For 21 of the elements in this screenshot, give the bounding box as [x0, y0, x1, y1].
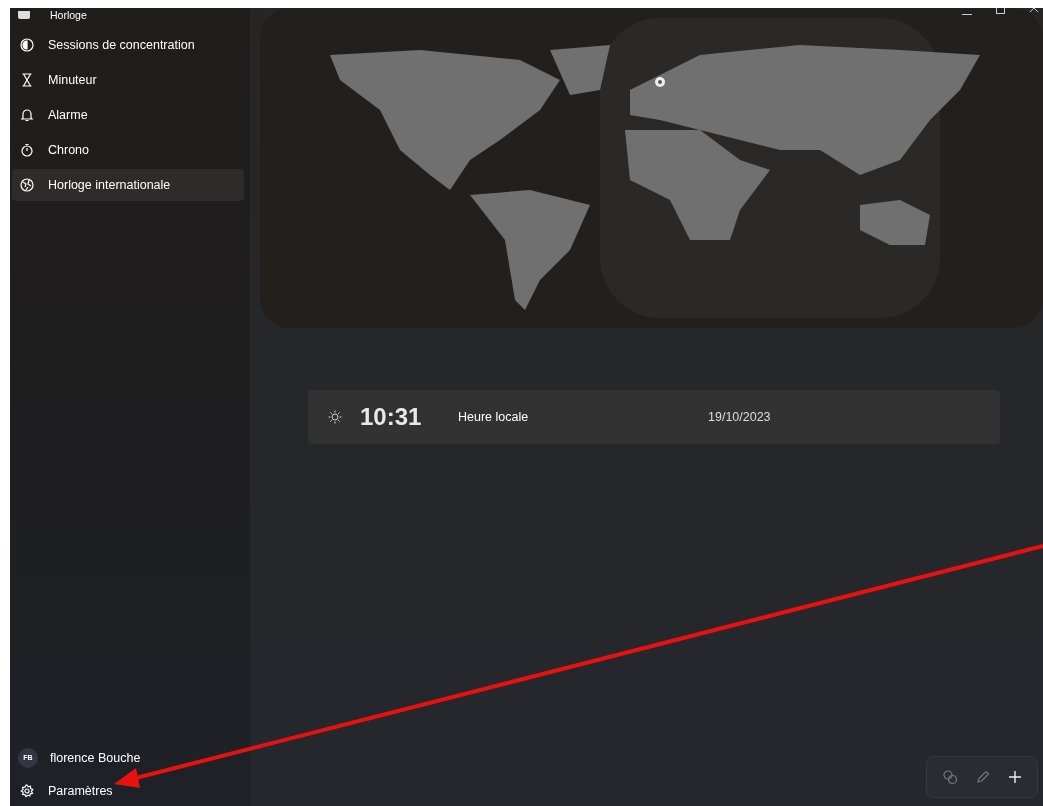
nav-item[interactable]: Horloge internationale — [12, 169, 244, 201]
app-icon — [18, 11, 30, 19]
sun-icon — [328, 410, 342, 424]
nav-item[interactable]: Alarme — [12, 99, 244, 131]
clock-date: 19/10/2023 — [708, 408, 771, 426]
clock-time: 10:31 — [360, 402, 423, 432]
half-circle-icon — [20, 38, 34, 52]
globe-icon — [20, 178, 34, 192]
nav-item[interactable]: Minuteur — [12, 64, 244, 96]
nav-item[interactable]: Chrono — [12, 134, 244, 166]
bell-icon — [20, 108, 34, 122]
nav-item[interactable]: Sessions de concentration — [12, 29, 244, 61]
settings-button[interactable]: Paramètres — [12, 776, 244, 806]
close-button[interactable] — [1029, 8, 1039, 14]
account-name[interactable]: florence Bouche — [50, 748, 141, 768]
hourglass-icon — [20, 73, 34, 87]
stopwatch-icon — [20, 143, 34, 157]
clock-card[interactable]: 10:31 Heure locale 19/10/2023 — [308, 390, 1000, 444]
clock-label: Heure locale — [458, 408, 530, 426]
window-title: Horloge — [50, 8, 87, 22]
settings-icon — [20, 784, 34, 798]
